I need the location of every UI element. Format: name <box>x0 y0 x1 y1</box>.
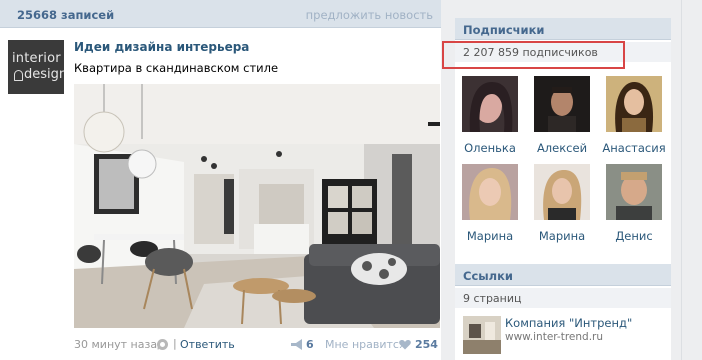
post-author-avatar[interactable]: interior design <box>8 40 64 94</box>
lamp-icon <box>14 70 23 81</box>
avatar[interactable] <box>606 164 662 220</box>
wall-post-count[interactable]: 25668 записей <box>17 8 114 22</box>
avatar-photo <box>534 164 590 220</box>
subscriber-item[interactable]: Алексей <box>527 76 597 155</box>
post-timestamp[interactable]: 30 минут назад <box>74 338 165 351</box>
subscriber-name[interactable]: Анастасия <box>599 141 669 155</box>
avatar-photo <box>462 164 518 220</box>
links-header[interactable]: Ссылки <box>455 264 671 286</box>
link-title[interactable]: Компания "Интренд" <box>505 316 632 330</box>
avatar-photo <box>534 76 590 132</box>
subscriber-name[interactable]: Денис <box>599 229 669 243</box>
link-thumbnail[interactable] <box>463 316 501 354</box>
subscriber-item[interactable]: Денис <box>599 164 669 243</box>
avatar[interactable] <box>534 164 590 220</box>
like-count: 254 <box>415 338 438 351</box>
avatar[interactable] <box>606 76 662 132</box>
reply-link[interactable]: Ответить <box>180 338 235 351</box>
subscriber-name[interactable]: Оленька <box>455 141 525 155</box>
subscribers-title: Подписчики <box>463 23 545 37</box>
post-author-name[interactable]: Идеи дизайна интерьера <box>74 40 249 54</box>
share-count: 6 <box>306 338 314 351</box>
share-icon[interactable] <box>291 339 304 350</box>
subscriber-item[interactable]: Марина <box>455 164 525 243</box>
like-label[interactable]: Мне нравится <box>325 338 406 351</box>
gear-icon[interactable] <box>157 339 168 350</box>
avatar[interactable] <box>462 164 518 220</box>
link-url: www.inter-trend.ru <box>505 331 604 343</box>
wall-header: 25668 записей предложить новость <box>0 0 441 28</box>
subscriber-name[interactable]: Марина <box>527 229 597 243</box>
suggest-news-link[interactable]: предложить новость <box>306 8 433 22</box>
subscriber-item[interactable]: Анастасия <box>599 76 669 155</box>
footer-separator: | <box>173 337 177 350</box>
avatar[interactable] <box>462 76 518 132</box>
avatar-logo-text-2: design <box>24 67 64 82</box>
wall: 25668 записей предложить новость interio… <box>0 0 441 360</box>
subscriber-item[interactable]: Марина <box>527 164 597 243</box>
subscriber-name[interactable]: Марина <box>455 229 525 243</box>
post-footer: 30 минут назад | Ответить 6 Мне нравится… <box>74 337 440 353</box>
interior-photo-image <box>74 84 440 328</box>
post-text: Квартира в скандинавском стиле <box>74 61 279 75</box>
subscriber-name[interactable]: Алексей <box>527 141 597 155</box>
links-title: Ссылки <box>463 269 513 283</box>
avatar-photo <box>462 76 518 132</box>
post-photo[interactable] <box>74 84 440 328</box>
avatar-photo <box>606 164 662 220</box>
avatar-logo-text-1: interior <box>12 51 61 66</box>
subscriber-item[interactable]: Оленька <box>455 76 525 155</box>
avatar-photo <box>606 76 662 132</box>
avatar[interactable] <box>534 76 590 132</box>
subscribers-header[interactable]: Подписчики <box>455 18 671 40</box>
page-edge-divider <box>681 0 682 360</box>
sidebar: Подписчики 2 207 859 подписчиков Оленька… <box>455 18 671 360</box>
heart-icon[interactable] <box>399 339 411 350</box>
subscribers-count-highlight <box>442 41 625 69</box>
link-thumbnail-image <box>463 316 501 354</box>
links-count: 9 страниц <box>463 292 522 305</box>
links-count-bar[interactable]: 9 страниц <box>455 288 671 308</box>
